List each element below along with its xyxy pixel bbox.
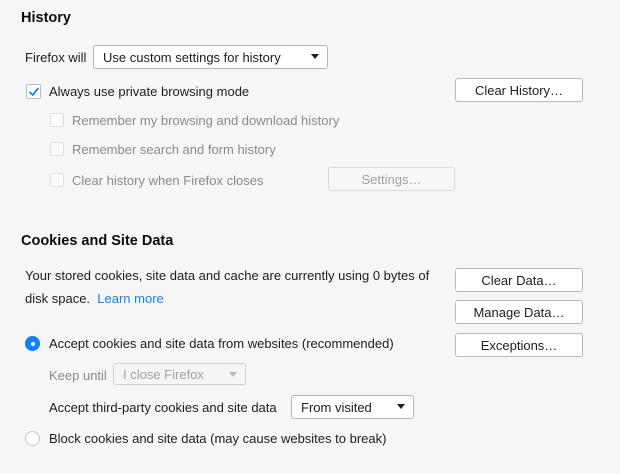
always-private-checkbox[interactable] bbox=[26, 84, 41, 99]
clear-data-button[interactable]: Clear Data… bbox=[455, 268, 583, 292]
keep-until-label: Keep until bbox=[49, 368, 107, 383]
third-party-select[interactable]: From visited bbox=[291, 395, 414, 419]
accept-cookies-radio[interactable] bbox=[25, 336, 40, 351]
exceptions-button[interactable]: Exceptions… bbox=[455, 333, 583, 357]
third-party-select-value: From visited bbox=[301, 399, 372, 415]
clear-on-close-label: Clear history when Firefox closes bbox=[72, 173, 264, 188]
remember-search-label: Remember search and form history bbox=[72, 142, 276, 157]
history-settings-button[interactable]: Settings… bbox=[328, 167, 455, 191]
usage-text-line1: Your stored cookies, site data and cache… bbox=[25, 268, 430, 283]
block-cookies-label: Block cookies and site data (may cause w… bbox=[49, 431, 387, 446]
third-party-label: Accept third-party cookies and site data bbox=[49, 400, 277, 415]
remember-search-checkbox[interactable] bbox=[50, 142, 64, 156]
remember-browsing-label: Remember my browsing and download histor… bbox=[72, 113, 340, 128]
keep-until-select-value: I close Firefox bbox=[123, 366, 204, 382]
usage-text-disk-space: disk space. bbox=[25, 291, 91, 306]
clear-history-button[interactable]: Clear History… bbox=[455, 78, 583, 102]
accept-cookies-label: Accept cookies and site data from websit… bbox=[49, 336, 394, 351]
block-cookies-radio[interactable] bbox=[25, 431, 40, 446]
history-heading: History bbox=[21, 10, 71, 26]
chevron-down-icon bbox=[311, 54, 319, 59]
checkmark-icon bbox=[29, 87, 39, 96]
learn-more-link[interactable]: Learn more bbox=[97, 291, 163, 306]
clear-on-close-checkbox[interactable] bbox=[50, 173, 64, 187]
usage-text-line2: disk space. Learn more bbox=[25, 291, 164, 306]
keep-until-select[interactable]: I close Firefox bbox=[113, 363, 246, 385]
chevron-down-icon bbox=[397, 404, 405, 409]
always-private-label: Always use private browsing mode bbox=[49, 84, 250, 99]
chevron-down-icon bbox=[229, 372, 237, 377]
history-mode-select-value: Use custom settings for history bbox=[103, 49, 281, 65]
remember-browsing-checkbox[interactable] bbox=[50, 113, 64, 127]
cookies-heading: Cookies and Site Data bbox=[21, 233, 174, 249]
manage-data-button[interactable]: Manage Data… bbox=[455, 300, 583, 324]
firefox-will-label: Firefox will bbox=[25, 50, 87, 65]
history-mode-select[interactable]: Use custom settings for history bbox=[93, 45, 328, 69]
